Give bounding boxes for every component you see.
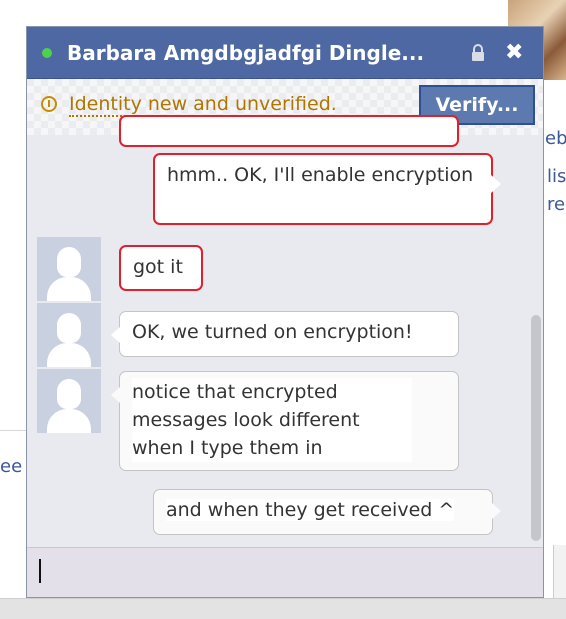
background-divider	[0, 430, 28, 431]
message-text: notice that encrypted messages look diff…	[132, 378, 412, 462]
chat-window: Barbara Amgdbgjadfgi Dingle... ✖ Identit…	[26, 26, 544, 598]
close-icon[interactable]: ✖	[505, 41, 523, 65]
avatar[interactable]	[37, 303, 101, 367]
background-text-fragment: eb	[545, 128, 566, 149]
message-list: hmm.. OK, I'll enable encryption got it …	[27, 115, 527, 571]
bubble-tail	[492, 503, 501, 519]
background-link-fragment[interactable]: ee	[0, 456, 22, 477]
lock-icon[interactable]	[471, 44, 485, 62]
message-text: OK, we turned on encryption!	[132, 321, 413, 343]
encrypted-message-bubble: and when they get received ^	[153, 489, 493, 535]
text-caret	[39, 559, 41, 583]
message-text: hmm.. OK, I'll enable encryption	[167, 164, 474, 186]
bubble-tail	[491, 175, 501, 193]
identity-status-link[interactable]: Identity new and unverified.	[69, 93, 337, 117]
warning-icon	[41, 96, 57, 112]
scrollbar-thumb[interactable]	[531, 315, 541, 541]
message-text: and when they get received ^	[166, 499, 455, 521]
encrypted-message-bubble: notice that encrypted messages look diff…	[119, 371, 459, 471]
message-input[interactable]	[27, 547, 543, 597]
message-text: got it	[133, 256, 183, 278]
avatar[interactable]	[37, 369, 101, 433]
background-link-fragment[interactable]: re	[547, 194, 565, 215]
message-bubble: hmm.. OK, I'll enable encryption	[153, 153, 493, 225]
contact-name[interactable]: Barbara Amgdbgjadfgi Dingle...	[67, 41, 447, 65]
bubble-tail	[111, 387, 120, 403]
background-panel-edge	[553, 545, 566, 600]
message-bubble-partial	[119, 115, 459, 147]
online-status-icon	[42, 48, 52, 58]
background-bottom-bar	[0, 598, 566, 619]
message-bubble: OK, we turned on encryption!	[119, 311, 459, 357]
background-link-fragment[interactable]: lis	[547, 166, 566, 187]
bubble-tail	[111, 327, 120, 343]
chat-titlebar[interactable]: Barbara Amgdbgjadfgi Dingle... ✖	[27, 27, 543, 79]
message-bubble: got it	[119, 245, 203, 291]
avatar[interactable]	[37, 237, 101, 301]
